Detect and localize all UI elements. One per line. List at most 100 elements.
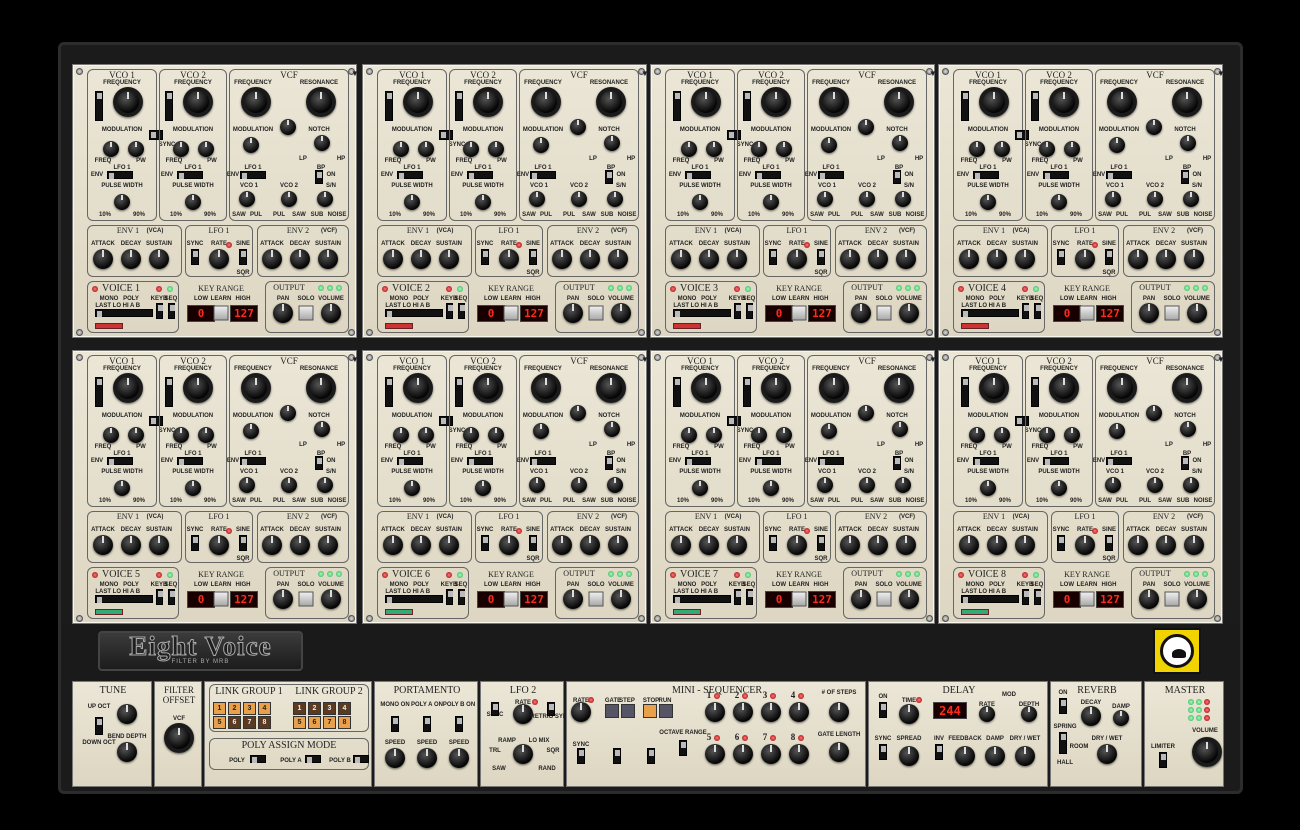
vco1-mod-source-switch[interactable] — [397, 171, 423, 179]
seq-step-button[interactable] — [621, 704, 635, 718]
mix-vco2-knob[interactable] — [571, 477, 587, 493]
menu-arrow-icon[interactable]: ▼ — [929, 69, 937, 78]
seq-octave-switch[interactable] — [679, 740, 687, 756]
master-volume-knob[interactable] — [1192, 737, 1222, 767]
vcf-mod-knob[interactable] — [243, 137, 259, 153]
env2-sustain-knob[interactable] — [896, 535, 916, 555]
env2-sustain-knob[interactable] — [1184, 535, 1204, 555]
vco2-mod-pw-knob[interactable] — [776, 427, 792, 443]
link-group-1-voice-1[interactable]: 1 — [213, 702, 226, 715]
output-volume-knob[interactable] — [899, 303, 919, 323]
vco1-mod-pw-knob[interactable] — [128, 141, 144, 157]
lfo1-rate-knob[interactable] — [787, 535, 807, 555]
key-learn-button[interactable] — [1079, 591, 1095, 607]
voice-mode-switch[interactable] — [961, 595, 1019, 603]
env1-attack-knob[interactable] — [671, 249, 691, 269]
vcf-mod-source-switch[interactable] — [240, 457, 266, 465]
env2-decay-knob[interactable] — [1156, 535, 1176, 555]
delay-damp-knob[interactable] — [985, 746, 1005, 766]
portamento-poly_b-speed-knob[interactable] — [449, 748, 469, 768]
output-volume-knob[interactable] — [611, 589, 631, 609]
mix-vco1-knob[interactable] — [1105, 191, 1121, 207]
key-learn-button[interactable] — [1079, 305, 1095, 321]
voice-mode-switch[interactable] — [673, 309, 731, 317]
voice-seq-switch[interactable] — [168, 589, 175, 605]
vco1-pulse-width-knob[interactable] — [114, 480, 130, 496]
env1-sustain-knob[interactable] — [439, 249, 459, 269]
seq-run-switch[interactable] — [647, 748, 655, 764]
key-high-display[interactable]: 127 — [808, 591, 836, 608]
vco2-mod-pw-knob[interactable] — [488, 427, 504, 443]
vco2-pulse-width-knob[interactable] — [1051, 480, 1067, 496]
output-volume-knob[interactable] — [1187, 303, 1207, 323]
vcf-mod-source-switch[interactable] — [818, 457, 844, 465]
vcf-notch-knob[interactable] — [892, 135, 908, 151]
vco2-mod-freq-knob[interactable] — [751, 141, 767, 157]
mix-noise-knob[interactable] — [607, 191, 623, 207]
vco1-mod-freq-knob[interactable] — [103, 427, 119, 443]
reverb-drywet-knob[interactable] — [1097, 744, 1117, 764]
vcf-bp-switch[interactable] — [605, 456, 613, 470]
mix-noise-knob[interactable] — [895, 477, 911, 493]
vco1-mod-freq-knob[interactable] — [393, 141, 409, 157]
lfo1-wave-switch[interactable] — [817, 535, 825, 551]
vco1-pulse-width-knob[interactable] — [114, 194, 130, 210]
vco2-octave-switch[interactable] — [165, 377, 173, 407]
vcf-frequency-knob[interactable] — [819, 87, 849, 117]
key-learn-button[interactable] — [503, 305, 519, 321]
link-group-2-voice-1[interactable]: 1 — [293, 702, 306, 715]
vcf-mod-source-switch[interactable] — [240, 171, 266, 179]
output-pan-knob[interactable] — [563, 589, 583, 609]
vcf-notch-knob[interactable] — [604, 135, 620, 151]
mix-vco2-knob[interactable] — [859, 191, 875, 207]
seq-step-knob-3[interactable] — [761, 702, 781, 722]
vco2-pulse-width-knob[interactable] — [763, 480, 779, 496]
vcf-bp-switch[interactable] — [605, 170, 613, 184]
env1-attack-knob[interactable] — [671, 535, 691, 555]
env1-attack-knob[interactable] — [383, 249, 403, 269]
vcf-resonance-knob[interactable] — [884, 373, 914, 403]
vcf-bp-switch[interactable] — [315, 456, 323, 470]
env2-attack-knob[interactable] — [1128, 249, 1148, 269]
menu-arrow-icon[interactable]: ▼ — [641, 355, 649, 364]
env1-attack-knob[interactable] — [959, 535, 979, 555]
seq-step-knob-5[interactable] — [705, 744, 725, 764]
vcf-resonance-knob[interactable] — [884, 87, 914, 117]
portamento-mono-speed-knob[interactable] — [385, 748, 405, 768]
env2-attack-knob[interactable] — [262, 249, 282, 269]
vco2-octave-switch[interactable] — [165, 91, 173, 121]
seq-step-knob-8[interactable] — [789, 744, 809, 764]
vco1-mod-freq-knob[interactable] — [393, 427, 409, 443]
vco1-frequency-knob[interactable] — [403, 87, 433, 117]
vco1-mod-source-switch[interactable] — [107, 457, 133, 465]
vcf-notch-knob[interactable] — [1180, 421, 1196, 437]
mix-vco1-knob[interactable] — [817, 191, 833, 207]
vcf-bp-switch[interactable] — [893, 456, 901, 470]
vco2-pulse-width-knob[interactable] — [475, 480, 491, 496]
vcf-notch-knob[interactable] — [314, 135, 330, 151]
output-pan-knob[interactable] — [851, 303, 871, 323]
env1-sustain-knob[interactable] — [439, 535, 459, 555]
filter-mode-selector[interactable] — [858, 119, 874, 135]
vco1-mod-freq-knob[interactable] — [681, 141, 697, 157]
vco2-mod-source-switch[interactable] — [1043, 171, 1069, 179]
key-low-display[interactable]: 0 — [765, 591, 793, 608]
key-low-display[interactable]: 0 — [187, 305, 215, 322]
mix-vco1-knob[interactable] — [239, 477, 255, 493]
vco1-pulse-width-knob[interactable] — [980, 194, 996, 210]
filter-mode-selector[interactable] — [858, 405, 874, 421]
vco2-mod-source-switch[interactable] — [177, 171, 203, 179]
portamento-mono-switch[interactable] — [391, 716, 399, 732]
env1-sustain-knob[interactable] — [1015, 249, 1035, 269]
vco2-frequency-knob[interactable] — [761, 87, 791, 117]
seq-gate-length-knob[interactable] — [829, 742, 849, 762]
vco1-octave-switch[interactable] — [961, 377, 969, 407]
vco2-pulse-width-knob[interactable] — [185, 194, 201, 210]
vcf-mod-knob[interactable] — [1109, 423, 1125, 439]
lfo2-sync-switch[interactable] — [491, 702, 499, 716]
voice-mode-switch[interactable] — [673, 595, 731, 603]
mix-noise-knob[interactable] — [895, 191, 911, 207]
voice-mode-switch[interactable] — [95, 595, 153, 603]
output-solo-button[interactable] — [298, 305, 314, 321]
voice-keyb-switch[interactable] — [734, 589, 741, 605]
